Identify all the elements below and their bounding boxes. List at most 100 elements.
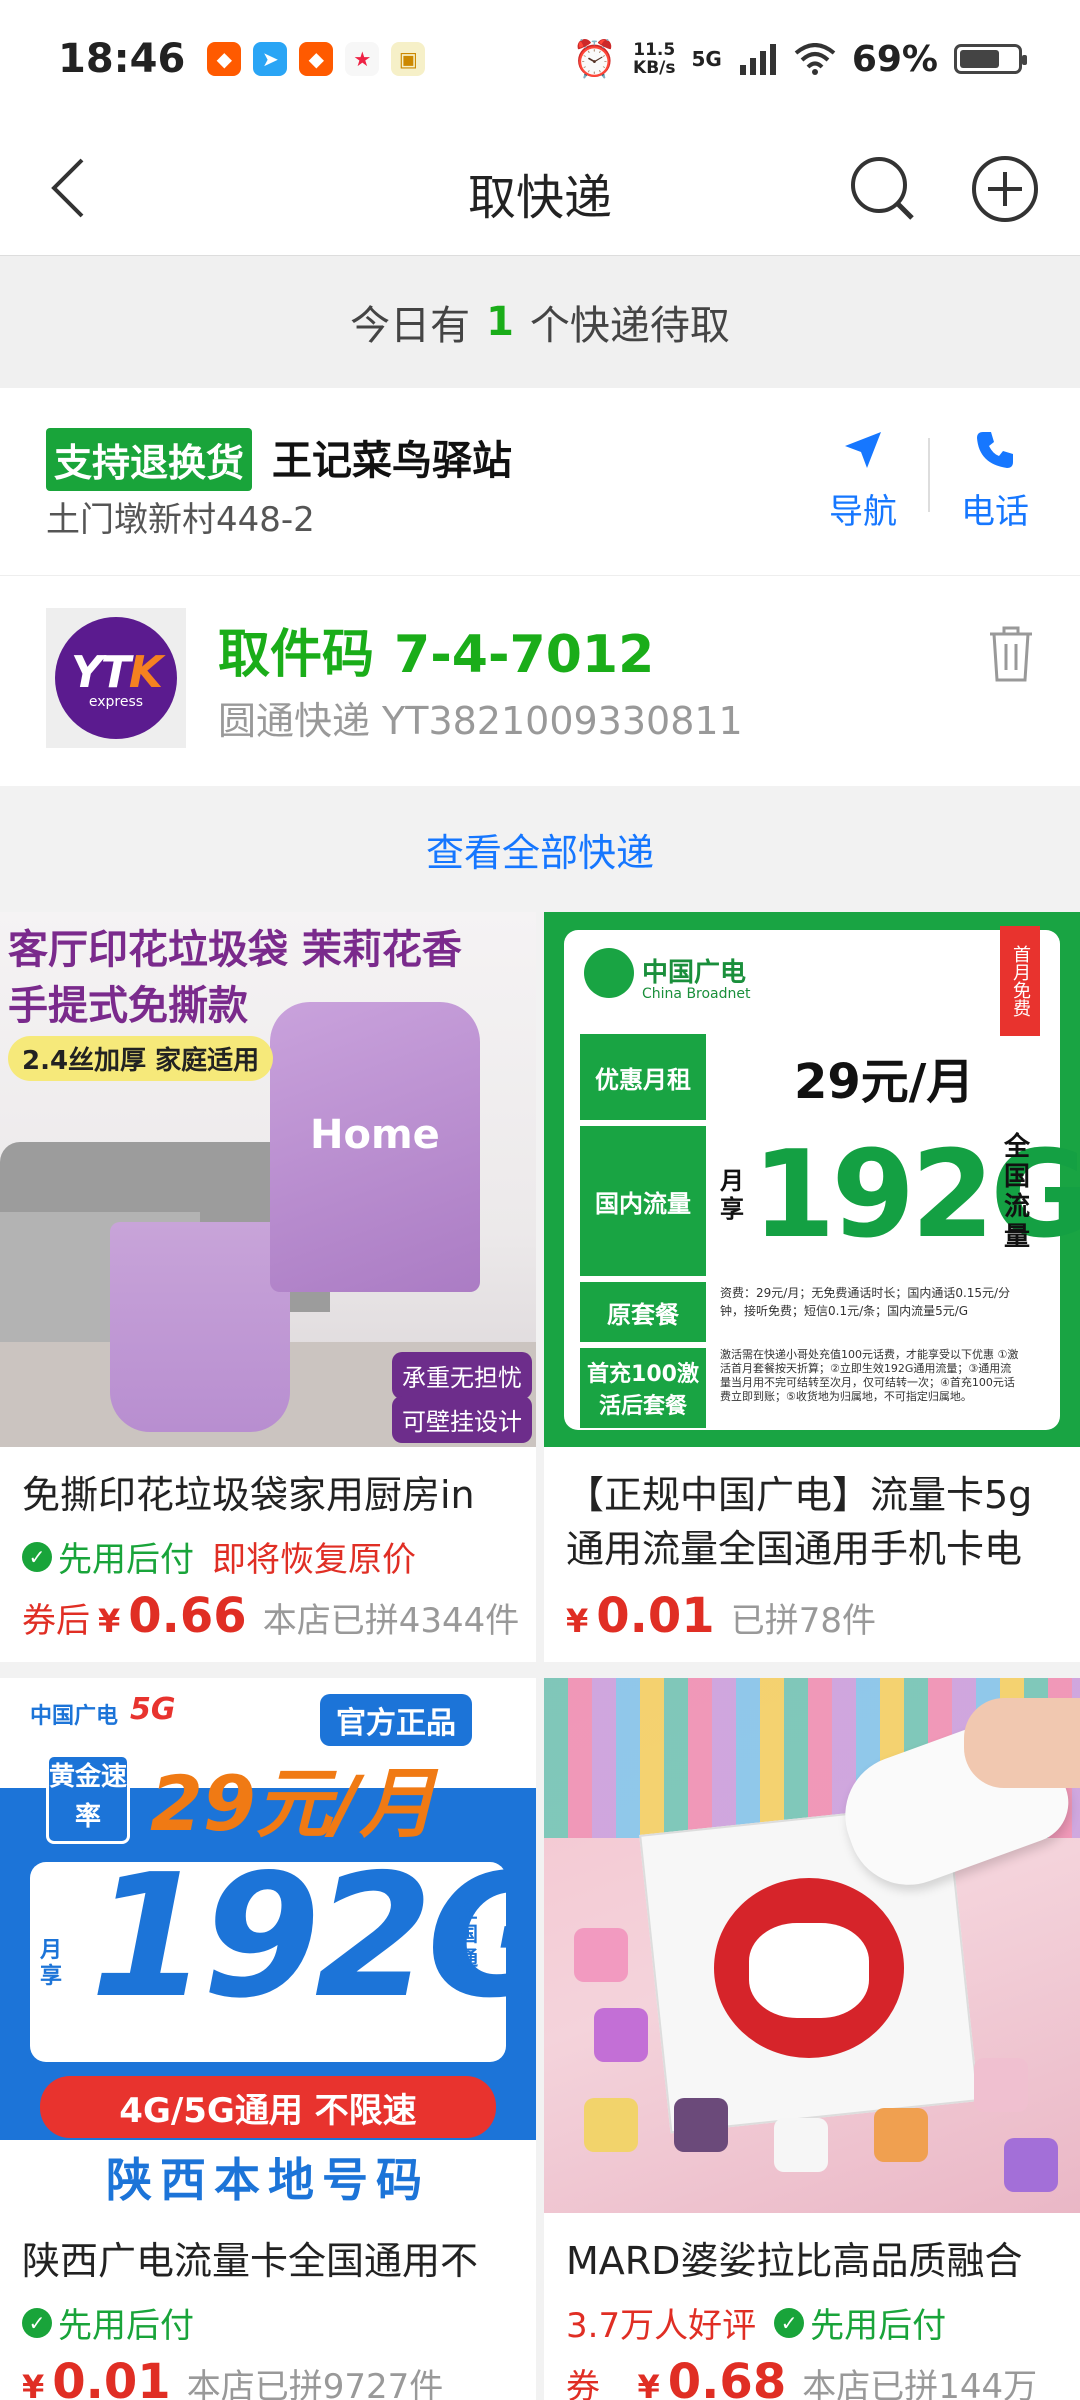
pickup-code: 取件码 7-4-7012 (218, 612, 654, 687)
product-title: 陕西广电流量卡全国通用不 (22, 2239, 479, 2283)
battery-icon (954, 44, 1027, 74)
pay-later-icon: ✓ (774, 2307, 805, 2338)
network-type: 5G (691, 47, 722, 71)
plan-local: 陕西本地号码 (0, 2140, 536, 2213)
pending-banner: 今日有 1 个快递待取 (0, 256, 1080, 388)
parcel-row[interactable]: YTK express 取件码 7-4-7012 圆通快递 YT3821009330… (0, 576, 1080, 786)
alarm-icon: ⏰ (572, 39, 618, 80)
pay-later-badge: ✓ 先用后付 (774, 2298, 946, 2347)
currency-symbol: ¥ (98, 1602, 121, 1640)
pickup-code-label: 取件码 (218, 625, 375, 685)
station-card[interactable]: 支持退换货 王记菜鸟驿站 土门墩新村448-2 导航 电话 (0, 388, 1080, 576)
charm-shape (774, 2118, 828, 2172)
product-card[interactable]: 中国广电 China Broadnet 首月免费 优惠月租 29元/月 国内流量… (544, 912, 1080, 1662)
sold-count: 本店已拼9727件 (186, 2367, 444, 2400)
pending-suffix: 个快递待取 (529, 303, 730, 349)
pending-count: 1 (486, 299, 514, 345)
image-chip: 可壁挂设计 (392, 1396, 532, 1443)
app-notification-icon: ★ (345, 42, 380, 76)
page-title: 取快递 (467, 170, 612, 226)
speed-unit: KB/s (633, 58, 676, 78)
logo-sub: express (88, 693, 144, 710)
signal-icon (739, 44, 776, 75)
pay-later-text: 先用后付 (58, 2306, 194, 2346)
plan-label: 首充100激活后套餐 (580, 1348, 706, 1428)
product-price: 券后 ¥ 0.66 本店已拼4344件 (22, 1588, 519, 1644)
station-name: 王记菜鸟驿站 (272, 438, 512, 484)
courier-line: 圆通快递 YT3821009330811 (218, 690, 743, 745)
currency-symbol: ¥ (637, 2368, 660, 2400)
coupon-label: 券后 (566, 2367, 600, 2400)
image-headline: 客厅印花垃圾袋 茉莉花香 手提式免撕款 (8, 922, 462, 1034)
image-headline-1: 客厅印花垃圾袋 茉莉花香 (8, 927, 462, 973)
product-title: 【正规中国广电】流量卡5g通用流量全国通用手机卡电 (566, 1473, 1033, 1571)
courier-name: 圆通快递 (218, 699, 371, 743)
battery-percent: 69% (851, 38, 938, 80)
product-price: ¥ 0.01 已拼78件 (566, 1588, 876, 1644)
coupon-label: 券后 (22, 1601, 90, 1641)
notification-icons: ◆ ➤ ◆ ★ ▣ (207, 42, 426, 76)
app-notification-icon: ▣ (391, 42, 426, 76)
navigation-label: 导航 (829, 492, 897, 532)
status-time: 18:46 (58, 36, 186, 82)
product-title: MARD婆娑拉比高品质融合 (566, 2239, 1023, 2283)
pay-later-text: 先用后付 (810, 2306, 947, 2346)
product-meta: 3.7万人好评 ✓ 先用后付 (566, 2298, 946, 2347)
navigation-button[interactable]: 导航 (818, 428, 908, 533)
product-card[interactable]: 中国广电 5G 官方正品 黄金速率 29元/月 月享 192G 全国通用 4G/… (0, 1678, 536, 2400)
header: 取快递 (0, 118, 1080, 256)
pay-later-text: 先用后付 (58, 1540, 194, 1580)
divider (928, 438, 930, 512)
charm-shape (674, 2098, 728, 2152)
image-headline-2: 手提式免撕款 (8, 983, 248, 1029)
price-value: 0.01 (52, 2354, 171, 2400)
plan-price: 29元/月 (150, 1759, 436, 1848)
price-value: 0.66 (128, 1588, 247, 1644)
charm-shape (574, 1928, 628, 1982)
apple-face-shape (749, 1923, 869, 2018)
call-button[interactable]: 电话 (950, 428, 1040, 533)
logo-text: YT (71, 646, 131, 698)
product-card[interactable]: Home 客厅印花垃圾袋 茉莉花香 手提式免撕款 2.4丝加厚 家庭适用 承重无… (0, 912, 536, 1662)
product-meta: ✓ 先用后付 (22, 2298, 194, 2347)
view-all-parcels-link[interactable]: 查看全部快递 (0, 786, 1080, 912)
product-image (544, 1678, 1080, 2213)
plan-brand-en: China Broadnet (642, 986, 751, 1002)
network-speed: 11.5 KB/s (633, 41, 675, 77)
price-notice: 即将恢复原价 (212, 1540, 416, 1580)
plan-brand: 中国广电 (30, 1704, 119, 1729)
battery-level (960, 50, 999, 68)
product-image: 中国广电 China Broadnet 首月免费 优惠月租 29元/月 国内流量… (544, 912, 1080, 1447)
plan-fine-print: 激活需在快递小哥处充值100元话费，才能享受以下优惠 ①激活首月套餐按天折算；②… (720, 1348, 1019, 1403)
plan-suffix: 全国流量 (1004, 1132, 1031, 1252)
speed-value: 11.5 (633, 40, 676, 60)
pickup-code-value: 7-4-7012 (394, 625, 655, 685)
app-notification-icon: ◆ (299, 42, 334, 76)
product-card[interactable]: MARD婆娑拉比高品质融合 3.7万人好评 ✓先用后付 券后 ¥ 0.68 本店… (544, 1678, 1080, 2400)
pay-later-badge: ✓ 先用后付 (22, 1532, 194, 1581)
plan-5g-tag: 5G (130, 1692, 176, 1727)
trash-icon[interactable] (986, 624, 1036, 684)
search-icon[interactable] (848, 154, 918, 224)
price-value: 0.01 (596, 1588, 715, 1644)
add-icon[interactable] (970, 154, 1040, 224)
plan-suffix: 全国通用 (458, 1898, 478, 1994)
review-count: 3.7万人好评 (566, 2306, 757, 2346)
tracking-number: YT3821009330811 (382, 699, 743, 743)
plan-label: 国内流量 (580, 1126, 706, 1276)
phone-icon (977, 432, 1013, 468)
plan-prefix: 月享 (720, 1167, 744, 1223)
image-badge: 2.4丝加厚 家庭适用 (8, 1036, 274, 1081)
product-meta: ✓ 先用后付 即将恢复原价 (22, 1532, 416, 1581)
return-exchange-tag: 支持退换货 (46, 428, 253, 491)
pending-prefix: 今日有 (350, 303, 471, 349)
pay-later-icon: ✓ (22, 2307, 52, 2338)
hand-shape (964, 1698, 1080, 1788)
charm-shape (584, 2098, 638, 2152)
yto-logo-icon: YTK express (55, 617, 177, 739)
call-label: 电话 (961, 492, 1029, 532)
plan-value: 29元/月 (794, 1054, 975, 1110)
charm-shape (974, 2058, 1028, 2112)
courier-logo: YTK express (46, 608, 186, 748)
navigation-icon (845, 432, 881, 468)
